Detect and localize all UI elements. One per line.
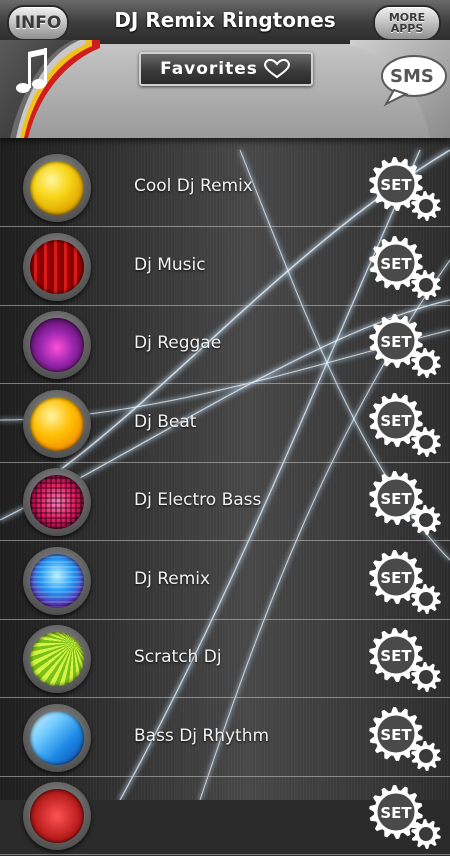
ringtone-row[interactable]: Dj Reggae SET <box>0 305 450 384</box>
ringtone-row[interactable]: Dj Remix SET <box>0 541 450 620</box>
small-gear-hole <box>419 670 433 684</box>
small-gear-hole <box>419 827 433 841</box>
set-label: SET <box>380 569 412 587</box>
gear-icon: SET <box>369 392 441 457</box>
set-label: SET <box>380 412 412 430</box>
ringtone-row[interactable]: Scratch Dj SET <box>0 619 450 698</box>
ringtone-name: Dj Remix <box>134 568 211 589</box>
ringtone-thumbnail-frame[interactable] <box>23 154 91 222</box>
set-ringtone-button[interactable]: SET <box>368 390 444 460</box>
ringtone-thumbnail-frame[interactable] <box>23 389 91 458</box>
app-header: INFO DJ Remix Ringtones MORE APPS SMS Fa… <box>0 0 450 138</box>
ringtone-name: Dj Reggae <box>134 333 222 353</box>
green-rays-icon <box>30 632 84 686</box>
sms-corner-graphic <box>350 40 450 138</box>
purple-music-note-icon <box>30 318 84 372</box>
ringtone-thumbnail-frame[interactable] <box>23 311 91 379</box>
red-curtain-icon <box>30 239 84 294</box>
set-label: SET <box>380 176 412 194</box>
set-ringtone-button[interactable]: SET <box>368 154 444 224</box>
set-label: SET <box>380 804 412 822</box>
gear-icon: SET <box>369 706 441 771</box>
set-label: SET <box>380 726 412 744</box>
gear-icon: SET <box>369 471 441 535</box>
ringtone-name: Bass Dj Rhythm <box>134 725 270 746</box>
yellow-swirl-icon <box>30 161 84 215</box>
ringtone-thumbnail-frame[interactable] <box>23 703 91 772</box>
set-label: SET <box>380 490 412 508</box>
small-gear-hole <box>419 748 433 763</box>
orange-glow-icon <box>30 396 84 451</box>
ringtone-name: Dj Electro Bass <box>134 490 262 510</box>
ringtone-list: Cool Dj Remix SET Dj Music SET Dj Reggae SET D… <box>0 148 450 855</box>
ringtone-name: Dj Beat <box>134 411 197 432</box>
music-button[interactable] <box>0 40 100 138</box>
set-ringtone-button[interactable]: SET <box>368 547 444 617</box>
favorites-button[interactable]: Favorites <box>139 52 313 86</box>
set-ringtone-button[interactable]: SET <box>368 625 444 695</box>
favorites-label: Favorites <box>160 59 258 79</box>
gear-icon: SET <box>369 314 441 378</box>
ringtone-name: Dj Music <box>134 254 206 275</box>
set-label: SET <box>380 647 412 665</box>
ringtone-thumbnail-frame[interactable] <box>23 232 91 301</box>
pink-equalizer-icon <box>30 475 84 529</box>
ringtone-row[interactable]: Cool Dj Remix SET <box>0 148 450 227</box>
ringtone-row[interactable]: Dj Electro Bass SET <box>0 462 450 541</box>
sms-label: SMS <box>390 66 434 87</box>
ringtone-thumbnail-frame[interactable] <box>23 546 91 615</box>
set-ringtone-button[interactable]: SET <box>368 782 444 852</box>
gear-icon: SET <box>369 785 441 849</box>
gear-icon: SET <box>369 157 441 221</box>
red-partial-icon <box>30 789 84 843</box>
more-apps-button[interactable]: MORE APPS <box>373 5 441 41</box>
ringtone-row[interactable]: Dj Beat SET <box>0 384 450 463</box>
set-ringtone-button[interactable]: SET <box>368 311 444 381</box>
sms-button[interactable]: SMS <box>350 40 450 138</box>
set-label: SET <box>380 333 412 351</box>
gear-icon: SET <box>369 235 441 300</box>
ringtone-name: Scratch Dj <box>134 647 222 667</box>
blue-disco-lights-icon <box>30 553 84 608</box>
gear-icon: SET <box>369 628 441 692</box>
set-ringtone-button[interactable]: SET <box>368 233 444 303</box>
ringtone-thumbnail-frame[interactable] <box>23 468 91 536</box>
small-gear-hole <box>419 434 433 449</box>
ringtone-row[interactable]: Dj Music SET <box>0 227 450 306</box>
small-gear-hole <box>419 199 433 213</box>
set-ringtone-button[interactable]: SET <box>368 704 444 774</box>
heart-icon <box>263 59 290 79</box>
ringtone-name: Cool Dj Remix <box>134 176 253 196</box>
blue-waves-icon <box>30 710 84 765</box>
ringtone-row[interactable]: Bass Dj Rhythm SET <box>0 698 450 777</box>
small-gear-hole <box>419 513 433 527</box>
music-corner-graphic <box>0 40 100 138</box>
title-bar: INFO DJ Remix Ringtones MORE APPS <box>0 0 450 44</box>
gear-icon: SET <box>369 549 441 614</box>
more-apps-label-line2: APPS <box>390 22 424 35</box>
ringtone-thumbnail-frame[interactable] <box>23 782 91 850</box>
small-gear-hole <box>419 356 433 370</box>
small-gear-hole <box>419 591 433 606</box>
set-label: SET <box>380 255 412 273</box>
ringtone-row[interactable]: SET <box>0 776 450 855</box>
ringtone-thumbnail-frame[interactable] <box>23 625 91 693</box>
small-gear-hole <box>419 277 433 292</box>
set-ringtone-button[interactable]: SET <box>368 468 444 538</box>
